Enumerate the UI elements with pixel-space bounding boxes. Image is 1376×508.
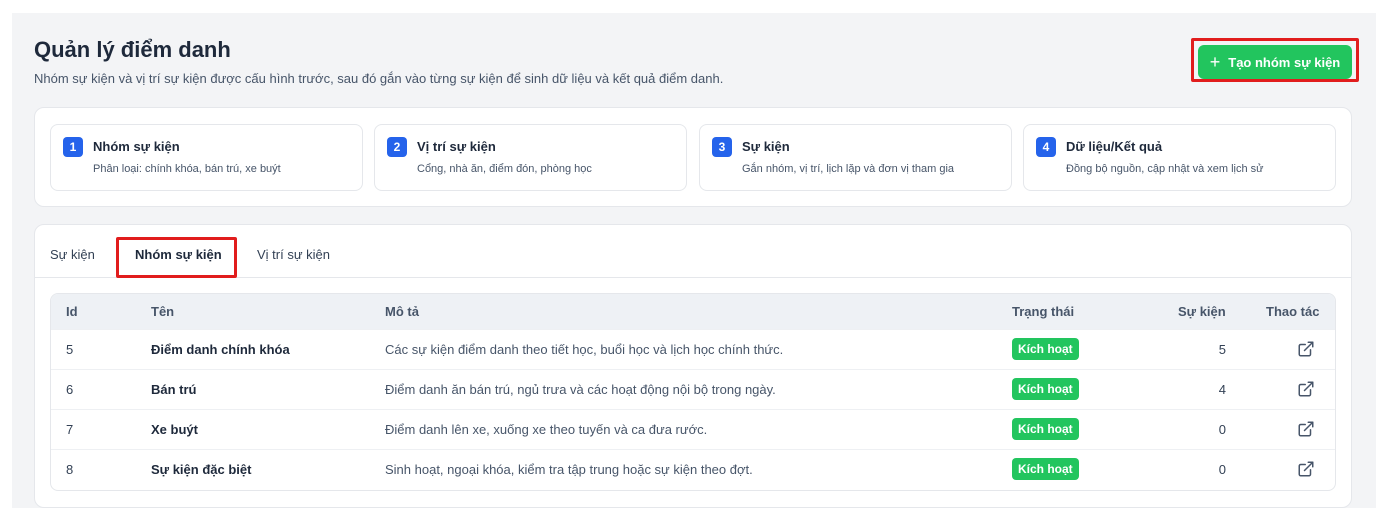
- row-event-count: 5: [1218, 342, 1226, 357]
- column-header-status: Trạng thái: [1012, 304, 1075, 319]
- status-badge: Kích hoạt: [1012, 338, 1079, 360]
- step-title: Vị trí sự kiện: [417, 139, 496, 154]
- column-header-id: Id: [66, 304, 78, 319]
- step-number-badge: 2: [387, 137, 407, 157]
- column-header-description: Mô tả: [385, 304, 419, 319]
- column-header-event-count: Sự kiện: [1178, 304, 1226, 319]
- row-description: Sinh hoạt, ngoại khóa, kiểm tra tập trun…: [385, 462, 753, 477]
- table-row: 5 Điểm danh chính khóa Các sự kiện điểm …: [51, 329, 1335, 369]
- step-description: Phân loại: chính khóa, bán trú, xe buýt: [93, 163, 281, 175]
- step-number-badge: 3: [712, 137, 732, 157]
- external-link-icon[interactable]: [1297, 420, 1315, 438]
- row-id: 8: [66, 462, 74, 477]
- plus-icon: +: [1209, 52, 1221, 72]
- step-number-badge: 1: [63, 137, 83, 157]
- step-description: Đồng bộ nguồn, cập nhật và xem lịch sử: [1066, 163, 1264, 175]
- page-header: Quản lý điểm danh Nhóm sự kiện và vị trí…: [34, 37, 1354, 97]
- steps-card: 1 Nhóm sự kiện Phân loại: chính khóa, bá…: [34, 107, 1352, 207]
- step-card-1: 1 Nhóm sự kiện Phân loại: chính khóa, bá…: [50, 124, 363, 191]
- row-event-count: 4: [1218, 382, 1226, 397]
- page-title: Quản lý điểm danh: [34, 37, 231, 62]
- step-description: Gắn nhóm, vị trí, lịch lặp và đơn vị tha…: [742, 163, 955, 175]
- step-description: Cổng, nhà ăn, điểm đón, phòng học: [417, 163, 592, 175]
- row-name: Xe buýt: [151, 422, 198, 437]
- table-header: Id Tên Mô tả Trạng thái Sự kiện Thao tác: [51, 294, 1335, 329]
- step-title: Dữ liệu/Kết quả: [1066, 139, 1163, 154]
- row-description: Điểm danh ăn bán trú, ngủ trưa và các ho…: [385, 382, 776, 397]
- row-id: 5: [66, 342, 74, 357]
- tab-event-locations[interactable]: Vị trí sự kiện: [257, 247, 330, 262]
- table-row: 8 Sự kiện đặc biệt Sinh hoạt, ngoại khóa…: [51, 449, 1335, 489]
- tab-events[interactable]: Sự kiện: [50, 247, 95, 262]
- step-number-badge: 4: [1036, 137, 1056, 157]
- external-link-icon[interactable]: [1297, 340, 1315, 358]
- row-id: 6: [66, 382, 74, 397]
- create-event-group-button[interactable]: + Tạo nhóm sự kiện: [1198, 45, 1352, 79]
- row-name: Sự kiện đặc biệt: [151, 462, 252, 477]
- external-link-icon[interactable]: [1297, 460, 1315, 478]
- table-row: 6 Bán trú Điểm danh ăn bán trú, ngủ trưa…: [51, 369, 1335, 409]
- step-card-4: 4 Dữ liệu/Kết quả Đồng bộ nguồn, cập nhậ…: [1023, 124, 1336, 191]
- step-title: Nhóm sự kiện: [93, 139, 180, 154]
- step-title: Sự kiện: [742, 139, 790, 154]
- row-event-count: 0: [1218, 462, 1226, 477]
- page-subtitle: Nhóm sự kiện và vị trí sự kiện được cấu …: [34, 71, 724, 86]
- row-name: Bán trú: [151, 382, 197, 397]
- step-card-3: 3 Sự kiện Gắn nhóm, vị trí, lịch lặp và …: [699, 124, 1012, 191]
- column-header-actions: Thao tác: [1266, 304, 1320, 319]
- step-card-2: 2 Vị trí sự kiện Cổng, nhà ăn, điểm đón,…: [374, 124, 687, 191]
- tab-bar: Sự kiện Nhóm sự kiện Vị trí sự kiện: [35, 225, 1351, 278]
- row-id: 7: [66, 422, 74, 437]
- event-groups-table: Id Tên Mô tả Trạng thái Sự kiện Thao tác…: [50, 293, 1336, 491]
- tab-event-groups[interactable]: Nhóm sự kiện: [135, 247, 222, 262]
- create-button-label: Tạo nhóm sự kiện: [1228, 54, 1341, 70]
- column-header-name: Tên: [151, 304, 175, 319]
- table-card: Sự kiện Nhóm sự kiện Vị trí sự kiện Id T…: [34, 224, 1352, 508]
- external-link-icon[interactable]: [1297, 380, 1315, 398]
- row-description: Các sự kiện điểm danh theo tiết học, buổ…: [385, 342, 784, 357]
- status-badge: Kích hoạt: [1012, 458, 1079, 480]
- table-row: 7 Xe buýt Điểm danh lên xe, xuống xe the…: [51, 409, 1335, 449]
- row-name: Điểm danh chính khóa: [151, 342, 290, 357]
- status-badge: Kích hoạt: [1012, 418, 1079, 440]
- row-event-count: 0: [1218, 422, 1226, 437]
- page-background: Quản lý điểm danh Nhóm sự kiện và vị trí…: [12, 13, 1376, 508]
- status-badge: Kích hoạt: [1012, 378, 1079, 400]
- row-description: Điểm danh lên xe, xuống xe theo tuyến và…: [385, 422, 708, 437]
